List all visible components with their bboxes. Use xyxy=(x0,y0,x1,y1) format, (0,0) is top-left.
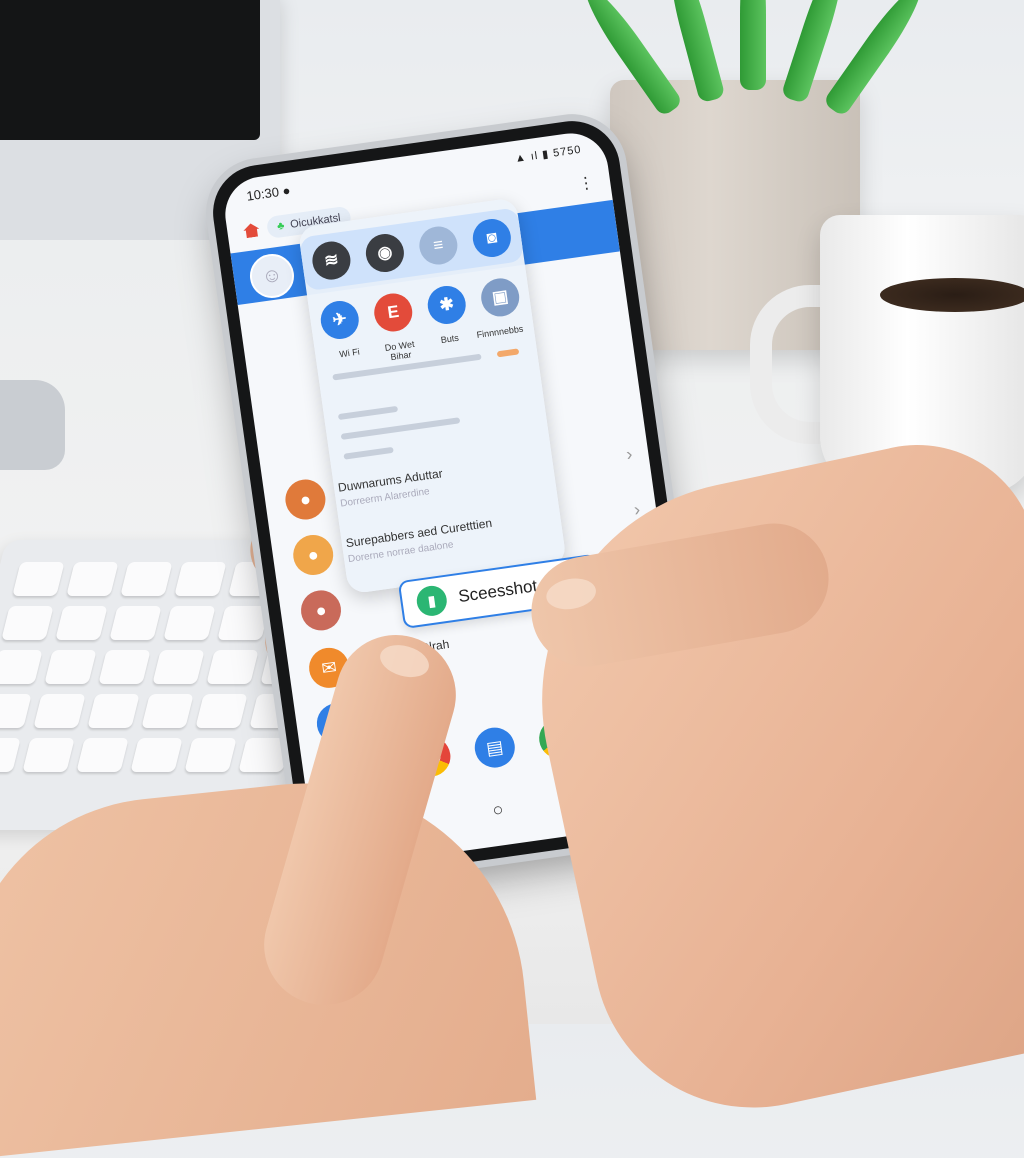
avatar: ● xyxy=(290,532,336,578)
blurred-text xyxy=(343,446,394,460)
leaf-icon: ♣ xyxy=(276,219,286,233)
home-icon[interactable] xyxy=(243,222,261,238)
blurred-text xyxy=(340,417,461,440)
coffee xyxy=(880,278,1024,312)
dnd-icon[interactable]: E xyxy=(371,291,415,334)
blurred-text xyxy=(337,405,399,421)
avatar: ● xyxy=(282,476,329,523)
screenshot-label: Sceesshot xyxy=(457,576,539,607)
status-time: 10:30 ● xyxy=(245,182,292,204)
avatar: ● xyxy=(298,587,344,634)
more-menu-icon[interactable]: ⋮ xyxy=(577,172,596,194)
list-icon[interactable]: ≡ xyxy=(416,224,460,267)
screenshot-icon: ▮ xyxy=(414,583,449,618)
screen-record-icon[interactable]: ◉ xyxy=(363,231,407,275)
home-button-icon[interactable]: ○ xyxy=(491,799,505,821)
blurred-badge xyxy=(496,348,520,358)
bluetooth-icon[interactable]: ✱ xyxy=(425,283,469,327)
tile-label-bluetooth: Buts xyxy=(440,332,460,346)
tile-label-wifi: Wi Fi xyxy=(338,346,361,360)
tile-label-capture: Finnnnebbs xyxy=(475,323,524,341)
camera-icon[interactable]: ◙ xyxy=(470,216,514,260)
finger-nail xyxy=(376,639,433,683)
tile-label-dnd: Do Wet Bihar xyxy=(384,338,416,363)
monitor-screen xyxy=(0,0,260,140)
screen-capture-icon[interactable]: ▣ xyxy=(478,275,522,319)
monitor-stand xyxy=(0,380,65,470)
chevron-right-icon: › xyxy=(624,443,634,464)
airplane-icon[interactable]: ✈ xyxy=(318,298,362,342)
thumb-nail xyxy=(543,574,599,613)
status-icons: ▲ ıl ▮ 5750 xyxy=(514,143,583,165)
wifi-icon[interactable]: ≋ xyxy=(309,239,353,283)
messages-icon[interactable]: ▤ xyxy=(472,724,518,771)
